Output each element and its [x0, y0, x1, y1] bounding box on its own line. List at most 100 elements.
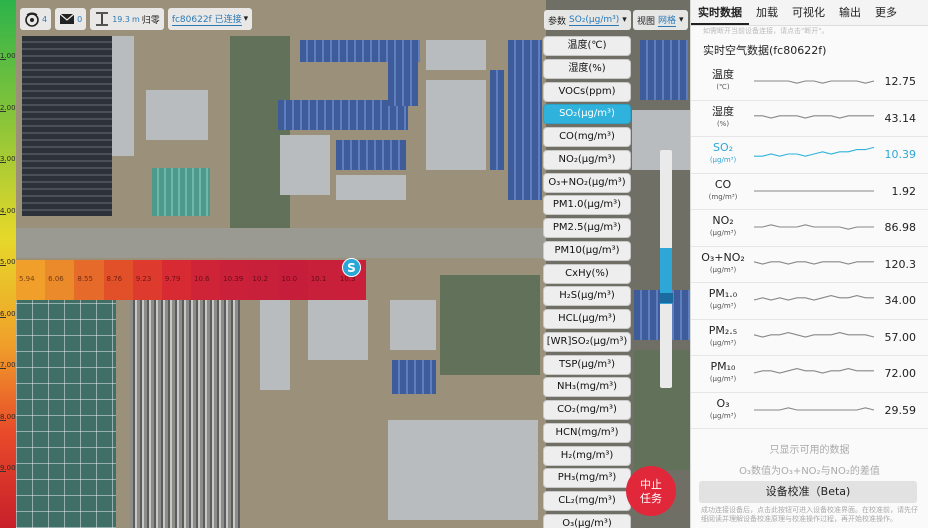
param-button[interactable]: CxHy(%) — [543, 263, 631, 284]
sensor-name-block: PM₂.₅ (μg/m³) — [691, 324, 755, 349]
message-count: 0 — [77, 14, 83, 24]
device-calibration-button[interactable]: 设备校准（Beta) — [699, 481, 917, 503]
param-button[interactable]: 温度(℃) — [543, 36, 631, 56]
param-button[interactable]: CO(mg/m³) — [543, 127, 631, 147]
sparkline-chart — [754, 406, 875, 411]
sensor-value: 34.00 — [884, 294, 917, 307]
signal-indicator[interactable]: 4 — [20, 8, 52, 30]
heatmap-cell: 10.39 — [220, 260, 250, 300]
stop-task-line2: 任务 — [640, 491, 662, 505]
view-label: 视图 — [637, 16, 656, 27]
param-button[interactable]: PM10(μg/m³) — [543, 240, 631, 261]
param-button[interactable]: TSP(μg/m³) — [543, 354, 631, 375]
sensor-unit: (μg/m³) — [709, 338, 737, 347]
chevron-down-icon: ▾ — [243, 14, 249, 24]
panel-tab[interactable]: 输出 — [832, 0, 868, 25]
map-building — [280, 135, 330, 195]
device-select-value: fc80622f 已连接 — [171, 12, 242, 26]
sensor-row: SO₂ (μg/m³) 10.39 — [691, 137, 928, 174]
device-select[interactable]: fc80622f 已连接 ▾ — [167, 8, 253, 30]
stop-task-button[interactable]: 中止 任务 — [626, 466, 676, 516]
panel-tab[interactable]: 加载 — [749, 0, 785, 25]
heatmap-cell-value: 8.76 — [106, 275, 123, 283]
param-select[interactable]: SO₂(μg/m³) — [569, 15, 620, 26]
view-select[interactable]: 网格 — [658, 13, 677, 27]
sensor-name-block: 湿度 (%) — [691, 105, 755, 130]
map-building — [152, 168, 210, 216]
sensor-value: 72.00 — [884, 367, 917, 380]
map-solar-field — [16, 300, 116, 528]
heatmap-cell-value: 10.2 — [252, 275, 268, 283]
sensor-unit: (%) — [716, 119, 730, 128]
panel-tab[interactable]: 实时数据 — [691, 0, 749, 25]
sensor-row: CO (mg/m³) 1.92 — [691, 174, 928, 210]
sensor-name: CO — [714, 177, 732, 191]
sensor-name-block: O₃ (μg/m³) — [691, 397, 755, 422]
sensor-row: PM₂.₅ (μg/m³) 57.00 — [691, 320, 928, 356]
heatmap-cell-value: 10.6 — [194, 275, 210, 283]
sensor-unit: (μg/m³) — [709, 302, 737, 310]
param-button[interactable]: 湿度(%) — [543, 58, 631, 79]
stop-task-line1: 中止 — [640, 477, 662, 491]
map-building — [490, 70, 504, 170]
param-button[interactable]: PH₃(mg/m³) — [543, 468, 631, 489]
parameter-button-list: 温度(℃) 湿度(%) VOCs(ppm) SO₂(μg/m³) CO(mg/m³) NO… — [543, 36, 631, 528]
sparkline-line — [754, 80, 875, 84]
heatmap-cell-value: 10.1 — [310, 275, 327, 283]
altitude-slider[interactable] — [659, 150, 673, 388]
param-button[interactable]: NO₂(μg/m³) — [543, 149, 631, 170]
sensor-name: 温度 — [712, 68, 734, 81]
reset-height-button[interactable]: 归零 — [142, 13, 160, 26]
sensor-row: 湿度 (%) 43.14 — [691, 101, 928, 137]
param-button[interactable]: CL₂(mg/m³) — [543, 491, 631, 511]
param-button[interactable]: SO₂(μg/m³) — [543, 104, 631, 125]
map-building — [640, 40, 688, 100]
sparkline-chart — [754, 146, 875, 157]
sensor-value: 57.00 — [884, 330, 917, 344]
sparkline-line — [753, 331, 875, 338]
heatmap-cell-value: 10.39 — [223, 275, 244, 283]
sparkline-line — [754, 224, 874, 230]
sensor-unit: (μg/m³) — [709, 265, 737, 274]
panel-tab[interactable]: 更多 — [868, 0, 904, 25]
param-button[interactable]: PM2.5(μg/m³) — [543, 218, 631, 238]
sensor-row: O₃ (μg/m³) 29.59 — [691, 393, 928, 429]
param-button[interactable]: NH₃(mg/m³) — [543, 377, 631, 398]
param-button[interactable]: O₃(μg/m³) — [543, 513, 631, 528]
map-building — [388, 60, 418, 106]
slider-thumb[interactable] — [659, 292, 673, 303]
param-button[interactable]: CO₂(mg/m³) — [543, 400, 631, 420]
param-button[interactable]: VOCs(ppm) — [543, 81, 631, 102]
sensor-name-block: SO₂ (μg/m³) — [691, 142, 755, 166]
sparkline-chart — [754, 224, 874, 230]
satellite-signal-icon — [25, 12, 39, 27]
param-button[interactable]: [WR]SO₂(μg/m³) — [543, 331, 631, 352]
sensor-name-block: 温度 (℃) — [691, 69, 755, 93]
map-building — [308, 300, 368, 360]
map-building — [146, 90, 208, 140]
param-button[interactable]: PM1.0(μg/m³) — [543, 195, 631, 216]
param-button[interactable]: HCL(μg/m³) — [543, 309, 631, 329]
message-indicator[interactable]: 0 — [55, 8, 87, 30]
param-button[interactable]: H₂S(μg/m³) — [543, 286, 631, 307]
heatmap-cell-value: 9.23 — [135, 275, 152, 283]
sensor-marker[interactable]: S — [342, 258, 361, 277]
panel-tab[interactable]: 可视化 — [785, 0, 832, 25]
map-building — [426, 40, 486, 70]
scale-tick: 9.00 — [0, 464, 20, 472]
calibration-hint: 成功连接设备后，点击此按钮可进入设备校准界面。在校准前，请先仔细阅读并理解设备校… — [701, 506, 918, 523]
sensor-unit: (μg/m³) — [709, 411, 737, 420]
heatmap-cell: 9.79 — [161, 260, 192, 300]
height-indicator[interactable]: 19.3 m 归零 — [90, 8, 164, 30]
param-button[interactable]: O₃+NO₂(μg/m³) — [543, 172, 631, 193]
chevron-down-icon: ▾ — [679, 15, 684, 25]
param-button[interactable]: HCN(mg/m³) — [543, 422, 631, 443]
panel-title: 实时空气数据(fc80622f) — [703, 44, 827, 57]
sparkline-chart — [753, 331, 875, 338]
sparkline-line — [754, 114, 874, 119]
sensor-name-block: CO (mg/m³) — [691, 177, 755, 203]
satellite-map[interactable]: 5.94 6.06 8.55 8.76 9.23 9.79 10.6 10.39 10.2 10.… — [0, 0, 690, 528]
scale-tick: 5.00 — [0, 258, 20, 266]
panel-tabs: 实时数据 加载 可视化 输出 更多 — [691, 0, 928, 26]
param-button[interactable]: H₂(mg/m³) — [543, 445, 631, 466]
